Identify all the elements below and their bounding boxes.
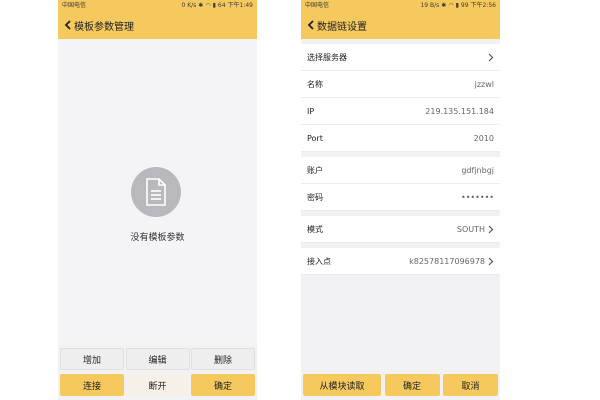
confirm-button[interactable]: 确定 <box>191 374 255 396</box>
signal-icon: ▮ <box>455 2 459 9</box>
bluetooth-icon: ✱ <box>198 2 204 9</box>
port-row[interactable]: Port 2010 <box>301 125 500 152</box>
row-label: 密码 <box>307 192 323 202</box>
wifi-icon: ◠ <box>448 2 454 9</box>
settings-list: 选择服务器 名称 jzzwl IP 219.135.151.184 Port 2… <box>301 44 500 275</box>
chevron-right-icon <box>488 53 494 61</box>
chevron-left-icon[interactable] <box>61 11 73 39</box>
empty-message: 没有模板参数 <box>130 233 185 243</box>
select-server-row[interactable]: 选择服务器 <box>301 44 500 71</box>
ip-row[interactable]: IP 219.135.151.184 <box>301 98 500 125</box>
edit-button[interactable]: 编辑 <box>125 348 190 370</box>
row-label: 账户 <box>307 165 323 175</box>
row-label: 名称 <box>307 79 323 89</box>
row-label: 模式 <box>307 224 323 234</box>
network-speed: 0 K/s <box>181 2 197 9</box>
name-row[interactable]: 名称 jzzwl <box>301 71 500 98</box>
access-point-row[interactable]: 接入点 k82578117096978 <box>301 248 500 275</box>
empty-state: 没有模板参数 <box>58 39 257 345</box>
confirm-button[interactable]: 确定 <box>384 374 440 396</box>
password-value: ••••••• <box>460 192 494 202</box>
bluetooth-icon: ✱ <box>441 2 447 9</box>
status-bar: 中国电信 0 K/s ✱ ◠ ▮ 64 下午1:49 <box>58 0 257 11</box>
page-title: 数据链设置 <box>317 21 367 33</box>
clock: 下午1:49 <box>227 2 253 9</box>
access-point-value: k82578117096978 <box>409 256 485 266</box>
chevron-right-icon <box>488 225 494 233</box>
datalink-settings-screen: 中国电信 19 B/s ✱ ◠ ▮ 99 下午2:56 数据链设置 选择服务器 … <box>301 0 500 400</box>
document-icon <box>131 167 181 217</box>
action-button-row: 连接 断开 确定 <box>58 374 257 396</box>
account-value: gdfjnbgj <box>461 165 494 175</box>
template-params-screen: 中国电信 0 K/s ✱ ◠ ▮ 64 下午1:49 模板参数管理 没有模板参数 <box>58 0 257 400</box>
edit-button-row: 增加 编辑 删除 <box>58 348 257 370</box>
disconnect-button[interactable]: 断开 <box>125 374 190 396</box>
network-speed: 19 B/s <box>420 2 440 9</box>
title-bar: 模板参数管理 <box>58 11 257 39</box>
password-row[interactable]: 密码 ••••••• <box>301 184 500 211</box>
connect-button[interactable]: 连接 <box>60 374 124 396</box>
read-from-module-button[interactable]: 从模块读取 <box>303 374 381 396</box>
page-title: 模板参数管理 <box>74 21 134 33</box>
ip-value: 219.135.151.184 <box>425 106 494 116</box>
action-button-row: 从模块读取 确定 取消 <box>301 374 500 396</box>
battery-level: 99 <box>460 2 469 9</box>
title-bar: 数据链设置 <box>301 11 500 39</box>
cancel-button[interactable]: 取消 <box>443 374 498 396</box>
carrier-label: 中国电信 <box>305 2 330 9</box>
delete-button[interactable]: 删除 <box>191 348 255 370</box>
row-label: 选择服务器 <box>307 52 347 62</box>
add-button[interactable]: 增加 <box>60 348 124 370</box>
battery-level: 64 <box>217 2 226 9</box>
name-value: jzzwl <box>474 79 494 89</box>
port-value: 2010 <box>473 133 494 143</box>
row-label: 接入点 <box>307 256 331 266</box>
mode-row[interactable]: 模式 SOUTH <box>301 216 500 243</box>
account-row[interactable]: 账户 gdfjnbgj <box>301 157 500 184</box>
status-bar: 中国电信 19 B/s ✱ ◠ ▮ 99 下午2:56 <box>301 0 500 11</box>
carrier-label: 中国电信 <box>62 2 87 9</box>
wifi-icon: ◠ <box>205 2 211 9</box>
chevron-left-icon[interactable] <box>304 11 316 39</box>
chevron-right-icon <box>488 257 494 265</box>
row-label: IP <box>307 106 315 116</box>
mode-value: SOUTH <box>456 224 485 234</box>
row-label: Port <box>307 133 323 143</box>
clock: 下午2:56 <box>470 2 496 9</box>
signal-icon: ▮ <box>212 2 216 9</box>
